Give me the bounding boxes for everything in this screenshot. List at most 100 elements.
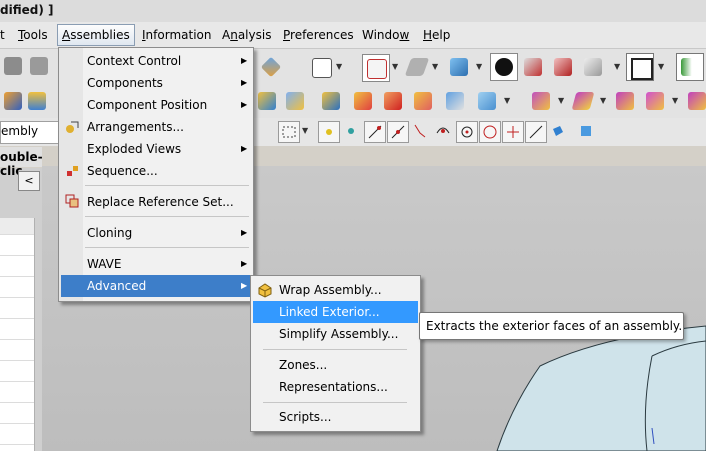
open-icon[interactable] [0,53,26,79]
snap-quadrant-icon[interactable] [479,121,501,143]
snap-on-curve-icon[interactable] [525,121,547,143]
menu-bar: t Tools Assemblies Information Analysis … [0,22,706,49]
menu-help[interactable]: Help [419,26,454,44]
chevron-down-icon[interactable]: ▼ [336,54,342,80]
chevron-down-icon[interactable]: ▼ [504,88,510,114]
menu-file-fragment[interactable]: t [0,26,9,44]
submenu-arrow-icon: ▶ [241,56,248,65]
menu-item-representations[interactable]: Representations... [253,376,418,398]
selection-filter-value: embly [1,124,39,138]
surface-icon[interactable] [350,88,376,114]
snap-control-icon[interactable] [410,121,430,141]
menu-information[interactable]: Information [138,26,215,44]
table-row[interactable] [0,382,34,403]
chevron-down-icon[interactable]: ▼ [302,118,308,144]
menu-item-context-control[interactable]: Context Control ▶ [61,50,251,72]
chevron-down-icon[interactable]: ▼ [658,54,664,80]
offset-face-icon[interactable] [684,88,706,114]
info-icon[interactable] [308,54,334,80]
menu-item-advanced[interactable]: Advanced ▶ [61,275,251,297]
render-style-icon[interactable] [490,53,518,81]
move-face-icon[interactable] [528,88,554,114]
section-icon[interactable] [550,54,576,80]
menu-item-wave[interactable]: WAVE ▶ [61,253,251,275]
snap-point-icon[interactable] [318,121,340,143]
snap-grid-icon[interactable] [341,121,361,141]
snap-end-icon[interactable] [364,121,386,143]
menu-item-cloning[interactable]: Cloning ▶ [61,222,251,244]
menu-item-label: Wrap Assembly... [279,283,382,297]
table-row[interactable] [0,319,34,340]
menu-item-arrangements[interactable]: Arrangements... [61,116,251,138]
chevron-down-icon[interactable]: ▼ [672,88,678,114]
table-row[interactable] [0,256,34,277]
clip-icon[interactable] [580,54,606,80]
menu-item-exploded-views[interactable]: Exploded Views ▶ [61,138,251,160]
tooltip: Extracts the exterior faces of an assemb… [419,312,684,340]
menu-analysis[interactable]: Analysis [218,26,275,44]
menu-item-scripts[interactable]: Scripts... [253,406,418,428]
pattern-icon[interactable] [0,88,26,114]
save-icon[interactable] [26,53,52,79]
extrude-icon[interactable] [24,88,50,114]
snap-center-icon[interactable] [456,121,478,143]
chevron-down-icon[interactable]: ▼ [476,54,482,80]
menu-item-label: Zones... [279,358,328,372]
snap-existing-point-icon[interactable] [502,121,524,143]
snap-face-icon[interactable] [548,121,568,141]
table-row[interactable] [0,403,34,424]
menu-preferences[interactable]: Preferences [279,26,358,44]
chevron-down-icon[interactable]: ▼ [600,88,606,114]
sheet-icon[interactable] [442,88,468,114]
navigator-table[interactable] [0,218,35,451]
menu-item-label: Advanced [87,279,147,293]
fit-view-icon[interactable] [362,54,390,82]
snap-intersection-icon[interactable] [433,121,453,141]
chevron-down-icon[interactable]: ▼ [614,54,620,80]
section-cube-icon[interactable] [520,54,546,80]
orient-view-icon[interactable] [404,54,430,80]
solid-cube-icon[interactable] [318,88,344,114]
menu-item-zones[interactable]: Zones... [253,354,418,376]
table-row[interactable] [0,235,34,256]
submenu-arrow-icon: ▶ [241,259,248,268]
chevron-down-icon[interactable]: ▼ [558,88,564,114]
selection-box-icon[interactable] [278,121,300,143]
menu-item-label: Exploded Views [87,142,182,156]
snap-body-icon[interactable] [576,121,596,141]
draft-icon[interactable] [570,88,596,114]
table-row[interactable] [0,424,34,445]
table-row[interactable] [0,361,34,382]
menu-item-replace-reference-set[interactable]: Replace Reference Set... [61,191,251,213]
surface-2-icon[interactable] [380,88,406,114]
assembly-cube-icon[interactable] [254,88,280,114]
menu-item-components[interactable]: Components ▶ [61,72,251,94]
advanced-submenu: Wrap Assembly... Linked Exterior... Simp… [250,275,421,432]
background-color-icon[interactable] [626,53,654,81]
shaded-cube-icon[interactable] [446,54,472,80]
menu-window[interactable]: Window [358,26,413,44]
replace-face-icon[interactable] [642,88,668,114]
table-row[interactable] [0,277,34,298]
export-icon[interactable] [676,53,704,81]
table-row[interactable] [0,340,34,361]
menu-item-sequence[interactable]: Sequence... [61,160,251,182]
table-row[interactable] [0,298,34,319]
chevron-down-icon[interactable]: ▼ [392,54,398,80]
menu-tools[interactable]: Tools [14,26,52,44]
layer-icon[interactable] [258,54,284,80]
menu-item-component-position[interactable]: Component Position ▶ [61,94,251,116]
delete-face-icon[interactable] [612,88,638,114]
wire-cube-icon[interactable] [474,88,500,114]
menu-assemblies[interactable]: Assemblies [57,24,135,46]
menu-item-wrap-assembly[interactable]: Wrap Assembly... [253,279,418,301]
surface-3-icon[interactable] [410,88,436,114]
navigator-header: ouble-clic [0,147,43,178]
menu-item-linked-exterior[interactable]: Linked Exterior... [253,301,418,323]
chevron-down-icon[interactable]: ▼ [432,54,438,80]
component-icon[interactable] [282,88,308,114]
back-button[interactable]: < [18,171,40,191]
menu-item-simplify-assembly[interactable]: Simplify Assembly... [253,323,418,345]
snap-mid-icon[interactable] [387,121,409,143]
menu-separator [85,216,249,217]
